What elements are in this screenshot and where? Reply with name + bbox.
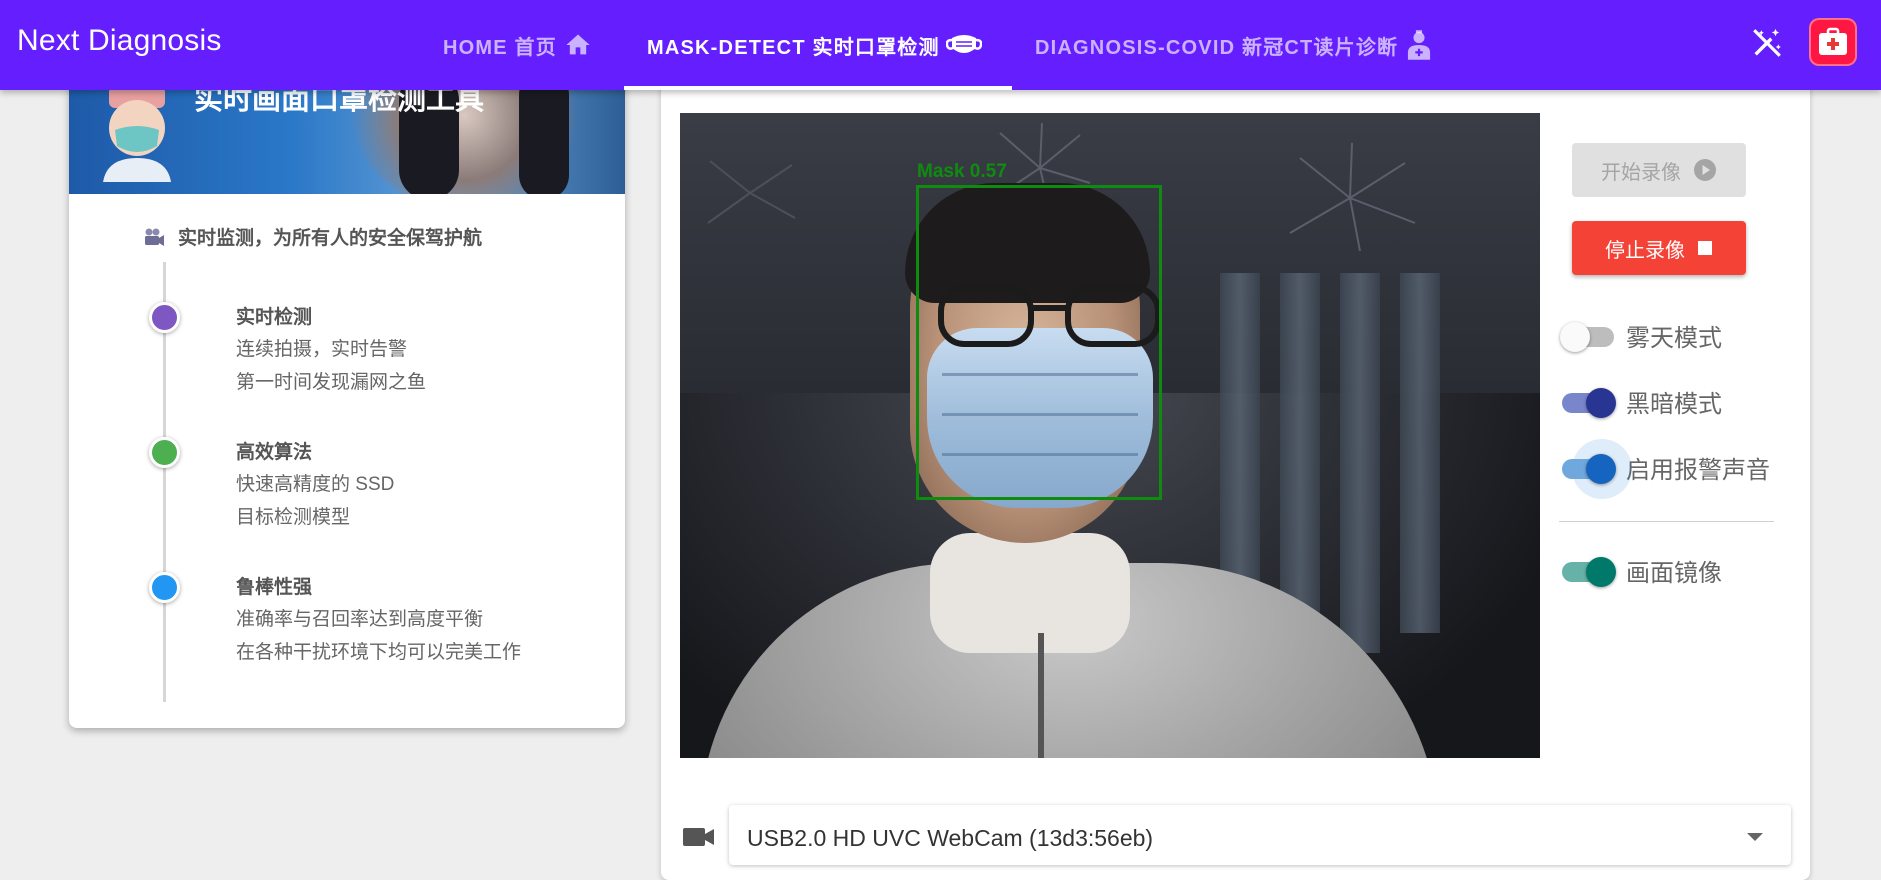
dark-mode-label: 黑暗模式 [1626, 390, 1722, 418]
timeline-text: 快速高精度的 SSD [236, 474, 395, 495]
detection-label: Mask 0.57 [917, 161, 1007, 182]
controls-divider [1559, 521, 1774, 522]
mirror-toggle[interactable] [1560, 550, 1616, 590]
stop-recording-button[interactable]: 停止录像 [1572, 221, 1746, 275]
tab-home[interactable]: HOME 首页 [443, 0, 593, 90]
timeline-title: 高效算法 [236, 442, 313, 463]
mask-icon [945, 32, 982, 58]
feature-header-text: 实时监测，为所有人的安全保驾护航 [178, 228, 483, 249]
fog-mode-label: 雾天模式 [1626, 324, 1722, 352]
timeline-dot [149, 437, 180, 468]
alarm-sound-switch[interactable]: 启用报警声音 [1560, 439, 1790, 499]
dark-mode-toggle[interactable] [1560, 381, 1616, 421]
mirror-switch[interactable]: 画面镜像 [1560, 550, 1790, 590]
camera-select-value: USB2.0 HD UVC WebCam (13d3:56eb) [747, 825, 1154, 851]
app-brand[interactable]: Next Diagnosis [17, 24, 222, 58]
start-recording-button[interactable]: 开始录像 [1572, 143, 1746, 197]
fog-mode-toggle[interactable] [1560, 315, 1614, 355]
feature-header: 实时监测，为所有人的安全保驾护航 [144, 223, 482, 250]
camera-select[interactable]: USB2.0 HD UVC WebCam (13d3:56eb) [729, 805, 1791, 865]
timeline-text: 在各种干扰环境下均可以完美工作 [236, 642, 522, 663]
webcam-video: Mask 0.57 [680, 113, 1540, 758]
stop-recording-label: 停止录像 [1605, 239, 1685, 262]
chevron-down-icon[interactable] [1747, 833, 1763, 841]
timeline-title: 鲁棒性强 [236, 577, 313, 598]
tab-mask-detect[interactable]: MASK-DETECT 实时口罩检测 [647, 0, 982, 90]
auto-fix-off-icon [1750, 26, 1784, 65]
app-bar: Next Diagnosis HOME 首页 MASK-DETECT 实时口罩检… [0, 0, 1881, 90]
timeline-dot [149, 302, 180, 333]
detection-bounding-box [916, 185, 1162, 500]
timeline-dot [149, 572, 180, 603]
dark-mode-switch[interactable]: 黑暗模式 [1560, 381, 1790, 421]
masked-person-avatar-icon [99, 86, 175, 187]
videocam-icon [683, 826, 715, 853]
tab-diagnosis-covid-label: DIAGNOSIS-COVID 新冠CT读片诊断 [1035, 36, 1399, 59]
doctor-icon [1404, 29, 1434, 61]
fog-mode-switch[interactable]: 雾天模式 [1560, 315, 1790, 355]
timeline-text: 准确率与召回率达到高度平衡 [236, 609, 484, 630]
tab-home-label: HOME 首页 [443, 36, 557, 59]
alarm-sound-toggle[interactable] [1560, 439, 1632, 499]
start-recording-label: 开始录像 [1601, 161, 1681, 184]
mirror-label: 画面镜像 [1626, 559, 1722, 587]
active-tab-indicator [624, 86, 1012, 90]
home-icon [563, 31, 593, 59]
info-card: 实时画面口罩检测工具 实时监测，为所有人的安全保驾护航 实时检测 连续拍摄，实时… [69, 40, 625, 728]
medical-kit-logo-icon[interactable] [1809, 18, 1857, 66]
timeline-text: 第一时间发现漏网之鱼 [236, 372, 427, 393]
alarm-sound-label: 启用报警声音 [1626, 456, 1770, 484]
timeline-text: 连续拍摄，实时告警 [236, 339, 408, 360]
tab-mask-detect-label: MASK-DETECT 实时口罩检测 [647, 36, 940, 59]
tab-diagnosis-covid[interactable]: DIAGNOSIS-COVID 新冠CT读片诊断 [1035, 0, 1434, 90]
timeline-text: 目标检测模型 [236, 507, 351, 528]
auto-fix-off-button[interactable] [1741, 19, 1793, 71]
timeline-title: 实时检测 [236, 307, 313, 328]
movie-camera-icon [144, 228, 164, 246]
stop-icon [1697, 240, 1713, 256]
play-circle-icon [1693, 158, 1717, 182]
